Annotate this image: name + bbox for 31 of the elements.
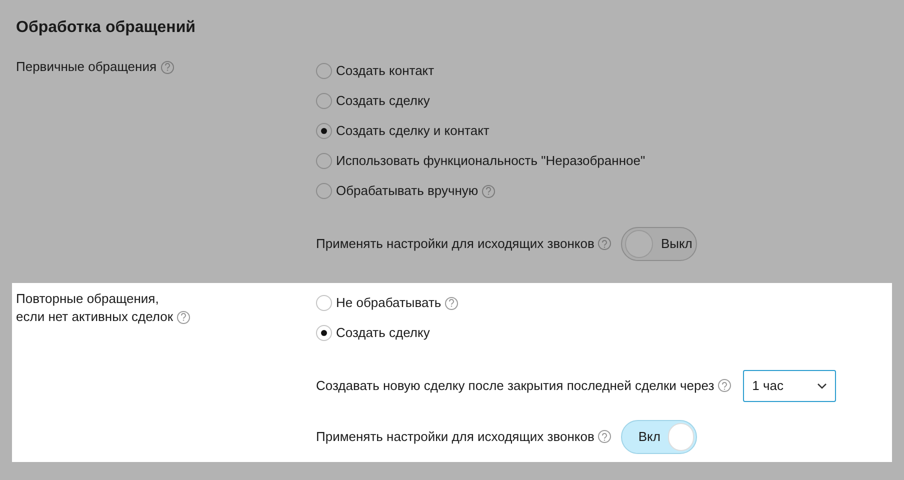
help-icon[interactable] [598, 430, 612, 443]
radio-option[interactable]: Создать сделку и контакт [316, 121, 490, 141]
setting-label: Применять настройки для исходящих звонков [316, 428, 594, 446]
radio-option[interactable]: Не обрабатывать [316, 293, 442, 313]
help-icon[interactable] [445, 296, 458, 310]
help-icon[interactable] [482, 184, 496, 198]
radio-option[interactable]: Обрабатывать вручную [316, 181, 478, 201]
radio-option[interactable]: Создать сделку [316, 323, 430, 343]
help-icon[interactable] [177, 310, 190, 324]
radio-option[interactable]: Создать сделку [316, 91, 430, 111]
section-label: Повторные обращения, если нет активных сделок [16, 290, 190, 326]
radio-button[interactable] [316, 63, 332, 79]
radio-button[interactable] [316, 93, 332, 109]
radio-button[interactable] [316, 123, 332, 139]
setting-label: Создавать новую сделку после закрытия последней сделки через [316, 376, 714, 395]
toggle-switch[interactable]: Вкл [621, 420, 698, 454]
help-icon[interactable] [598, 237, 612, 250]
radio-option[interactable]: Использовать функциональность "Неразобранное" [316, 151, 646, 171]
radio-button[interactable] [316, 295, 332, 311]
radio-button[interactable] [316, 183, 332, 199]
radio-button[interactable] [316, 153, 332, 169]
radio-button[interactable] [316, 325, 332, 341]
section-label: Первичные обращения [16, 58, 174, 76]
help-icon[interactable] [718, 379, 732, 392]
duration-select[interactable]: 1 час [743, 370, 836, 402]
toggle-switch[interactable]: Выкл [621, 226, 698, 260]
help-icon[interactable] [160, 60, 174, 74]
setting-label: Применять настройки для исходящих звонков [316, 234, 594, 253]
radio-option[interactable]: Создать контакт [316, 61, 434, 81]
chevron-down-icon [817, 382, 828, 388]
page-title: Обработка обращений [15, 18, 197, 38]
